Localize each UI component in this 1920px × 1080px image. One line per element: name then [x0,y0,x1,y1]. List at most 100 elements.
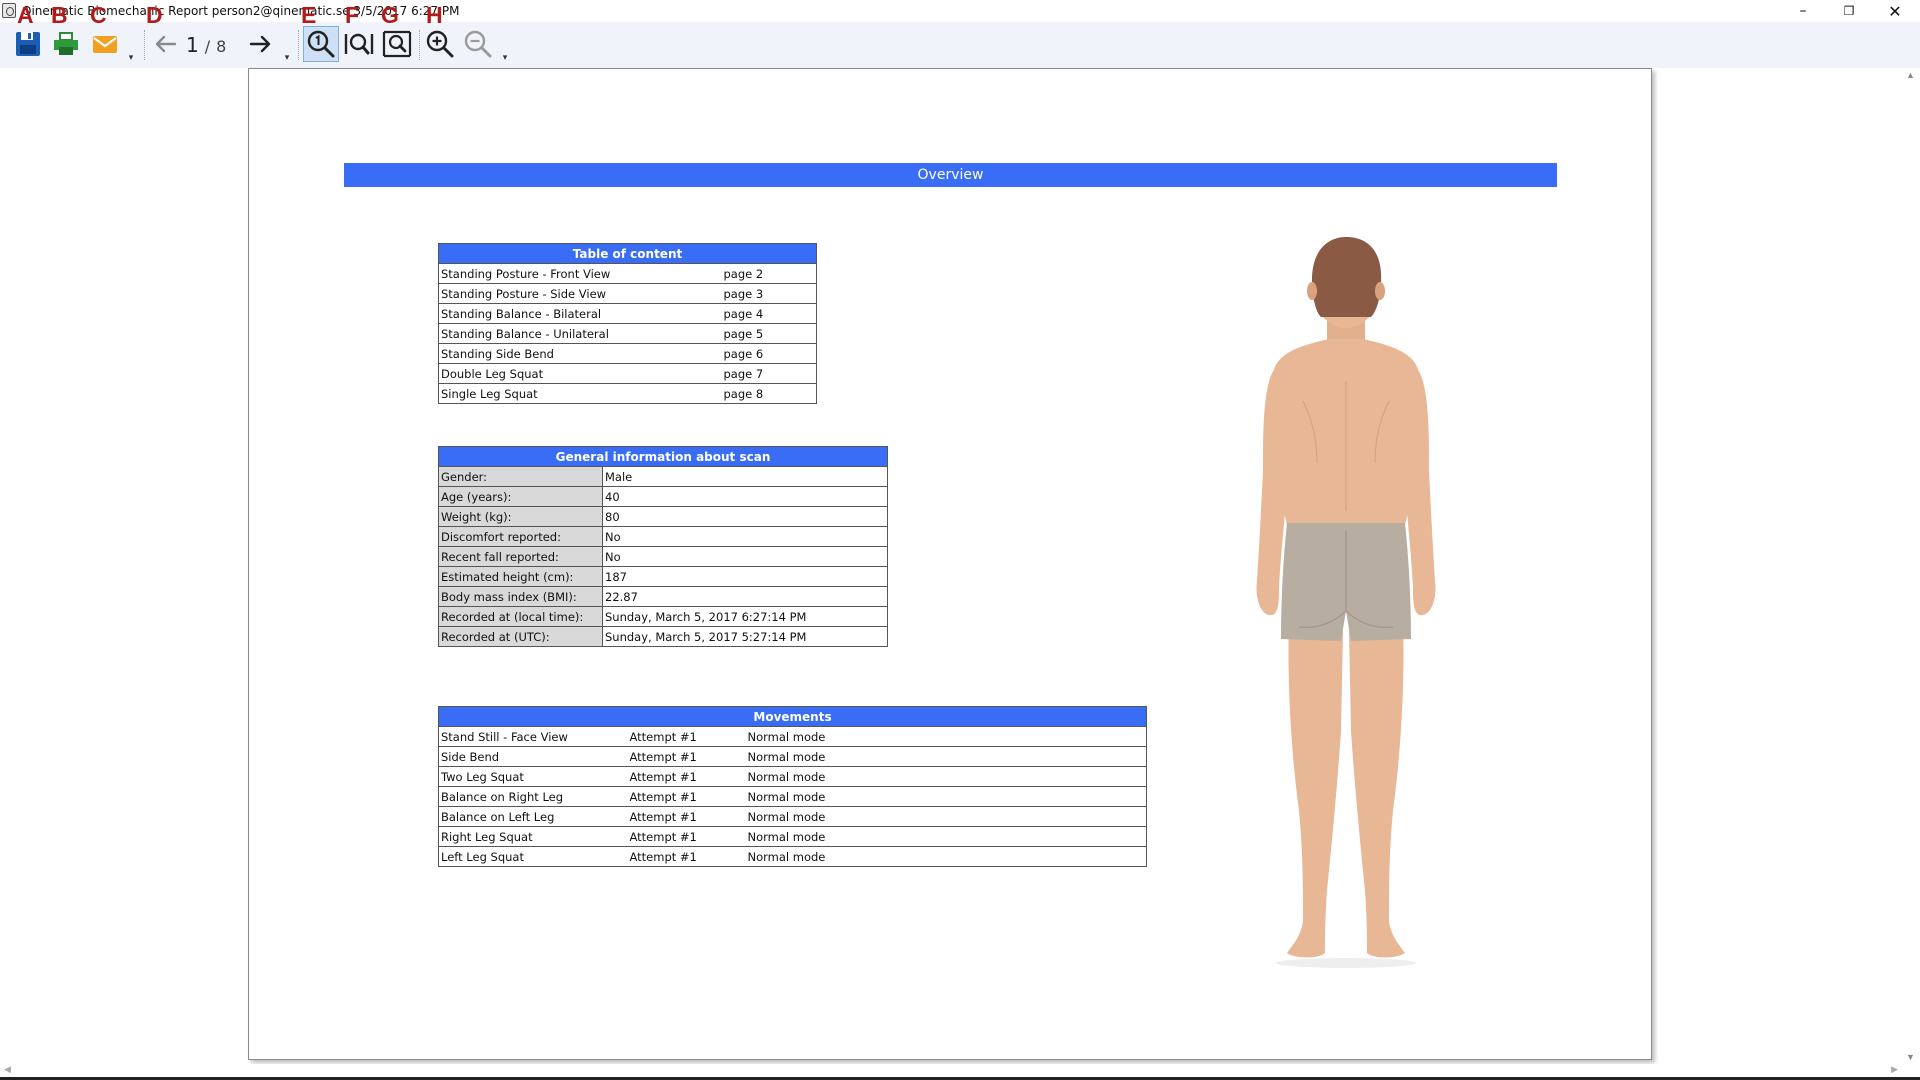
general-info-row: Recent fall reported: No [438,546,888,567]
minimize-button[interactable]: – [1780,0,1826,22]
toolbar-separator [298,30,299,60]
annotation-label: F [345,2,360,28]
toolbar-separator [419,30,420,60]
report-page: Overview Table of content Standing Postu… [248,68,1652,1060]
info-label: Estimated height (cm): [438,566,603,587]
zoom-actual-size-icon [307,30,335,58]
toc-row[interactable]: Double Leg Squat page 7 [438,363,817,384]
overview-banner: Overview [344,163,1557,187]
general-info-row: Gender: Male [438,466,888,487]
movement-mode: Normal mode [745,746,1147,767]
arrow-right-icon [249,35,271,53]
toc-row[interactable]: Standing Posture - Side View page 3 [438,283,817,304]
toc-row[interactable]: Standing Balance - Unilateral page 5 [438,323,817,344]
general-info-header: General information about scan [438,446,888,467]
toc-header: Table of content [438,243,817,264]
info-value: No [602,526,888,547]
movement-name: Right Leg Squat [438,826,628,847]
movement-attempt: Attempt #1 [627,826,746,847]
info-label: Age (years): [438,486,603,507]
movement-name: Side Bend [438,746,628,767]
close-button[interactable]: ✕ [1872,0,1918,22]
movement-name: Balance on Left Leg [438,806,628,827]
movement-attempt: Attempt #1 [627,726,746,747]
toc-page-ref: page 8 [721,383,817,404]
toc-section-name: Double Leg Squat [438,363,722,384]
toc-row[interactable]: Standing Side Bend page 6 [438,343,817,364]
fit-width-icon [344,33,374,55]
movements-table: Movements Stand Still - Face View Attempt… [438,706,1147,867]
info-label: Discomfort reported: [438,526,603,547]
movement-mode: Normal mode [745,826,1147,847]
movement-row: Stand Still - Face View Attempt #1 Normal … [438,726,1147,747]
scroll-left-icon[interactable]: ◀ [4,1064,11,1075]
movement-row: Balance on Right Leg Attempt #1 Normal mod… [438,786,1147,807]
general-info-row: Recorded at (local time): Sunday, March 5… [438,606,888,627]
print-button[interactable] [48,26,84,62]
toc-section-name: Standing Posture - Front View [438,263,722,284]
email-button[interactable] [87,26,123,62]
toc-page-ref: page 5 [721,323,817,344]
info-value: 187 [602,566,888,587]
info-label: Body mass index (BMI): [438,586,603,607]
horizontal-scrollbar[interactable]: ◀ ▶ [0,1064,1902,1078]
movement-attempt: Attempt #1 [627,746,746,767]
more-options-icon[interactable]: ▾ [501,52,509,62]
toc-section-name: Single Leg Squat [438,383,722,404]
movement-mode: Normal mode [745,786,1147,807]
page-indicator: 1 / 8 [186,33,226,57]
info-label: Recorded at (UTC): [438,626,603,647]
scroll-down-icon[interactable]: ▼ [1906,1052,1915,1062]
fit-width-button[interactable] [341,26,377,62]
next-page-button[interactable] [242,26,278,62]
info-label: Recent fall reported: [438,546,603,567]
info-value: 22.87 [602,586,888,607]
page-total: 8 [216,37,227,56]
actual-size-button[interactable] [303,26,339,62]
annotation-label: D [146,2,163,28]
general-info-row: Recorded at (UTC): Sunday, March 5, 2017 … [438,626,888,647]
toc-page-ref: page 3 [721,283,817,304]
movement-attempt: Attempt #1 [627,786,746,807]
zoom-in-button[interactable] [422,26,458,62]
info-label: Recorded at (local time): [438,606,603,627]
restore-button[interactable]: ❐ [1826,0,1872,22]
previous-page-button[interactable] [148,26,184,62]
toolbar-separator [144,30,145,60]
annotation-label: A [17,2,34,28]
scroll-up-icon[interactable]: ▲ [1906,70,1915,80]
page-current[interactable]: 1 [186,33,199,57]
document-viewer[interactable]: Overview Table of content Standing Postu… [0,68,1920,1068]
zoom-out-icon [464,30,492,58]
more-options-icon[interactable]: ▾ [127,52,135,62]
toc-section-name: Standing Posture - Side View [438,283,722,304]
vertical-scrollbar[interactable]: ▲ ▼ [1902,68,1920,1064]
scroll-right-icon[interactable]: ▶ [1891,1064,1898,1075]
movement-row: Side Bend Attempt #1 Normal mode [438,746,1147,767]
more-options-icon[interactable]: ▾ [283,52,291,62]
movement-row: Balance on Left Leg Attempt #1 Normal mode [438,806,1147,827]
toc-section-name: Standing Balance - Bilateral [438,303,722,324]
print-icon [54,32,78,55]
zoom-out-button[interactable] [460,26,496,62]
fit-page-button[interactable] [379,26,415,62]
info-label: Weight (kg): [438,506,603,527]
general-info-row: Discomfort reported: No [438,526,888,547]
movement-mode: Normal mode [745,806,1147,827]
info-value: No [602,546,888,567]
arrow-left-icon [155,35,177,53]
toc-row[interactable]: Standing Balance - Bilateral page 4 [438,303,817,324]
body-figure [1256,237,1436,968]
toc-page-ref: page 4 [721,303,817,324]
toc-section-name: Standing Balance - Unilateral [438,323,722,344]
toolbar: ▾ 1 / 8 ▾ ▾ [0,22,1920,68]
movement-attempt: Attempt #1 [627,766,746,787]
save-button[interactable] [10,26,46,62]
email-icon [93,36,117,53]
toc-row[interactable]: Standing Posture - Front View page 2 [438,263,817,284]
movement-mode: Normal mode [745,846,1147,867]
movement-name: Two Leg Squat [438,766,628,787]
toc-row[interactable]: Single Leg Squat page 8 [438,383,817,404]
movement-name: Left Leg Squat [438,846,628,867]
movements-header: Movements [438,706,1147,727]
